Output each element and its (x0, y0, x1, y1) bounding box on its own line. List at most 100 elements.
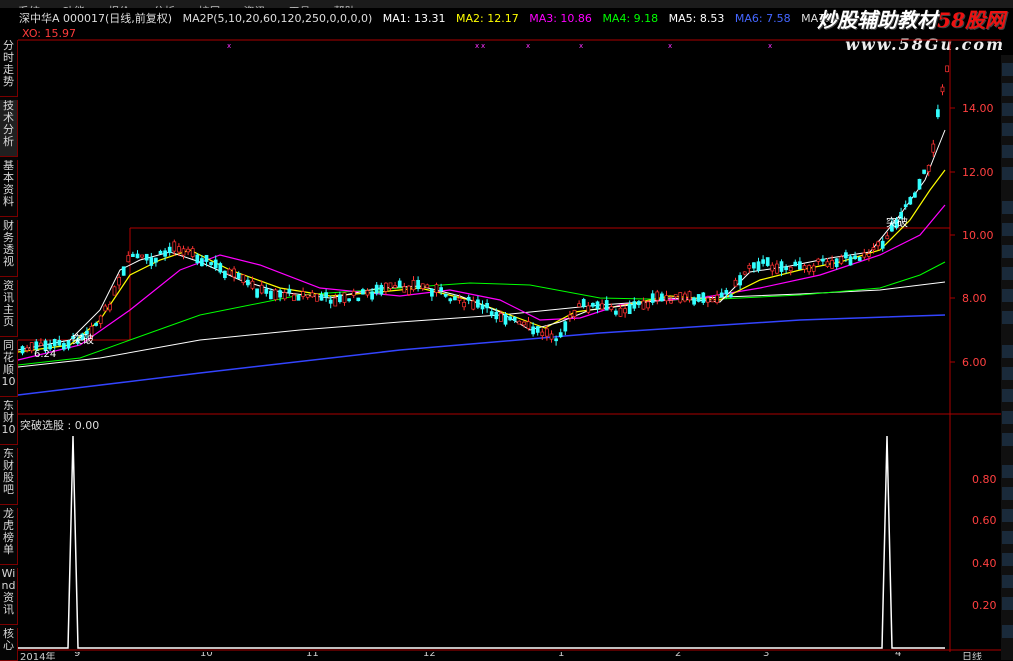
period-label[interactable]: 日线 (962, 652, 982, 660)
candle-body (641, 300, 646, 310)
toolbar-button[interactable] (1002, 223, 1013, 236)
candle-body (756, 261, 761, 271)
toolbar-button[interactable] (1002, 597, 1013, 610)
candle-body (117, 276, 121, 286)
toolbar-button[interactable] (1002, 509, 1013, 522)
toolbar-button[interactable] (1002, 625, 1013, 638)
toolbar-button[interactable] (1002, 103, 1013, 116)
toolbar-button[interactable] (1002, 289, 1013, 302)
candle-body (540, 331, 545, 336)
candle-body (144, 253, 149, 261)
candle-body (535, 326, 540, 333)
toolbar-button[interactable] (1002, 145, 1013, 158)
candle-body (710, 298, 715, 303)
candle-body (940, 86, 945, 93)
candle-body (650, 293, 655, 303)
candle-body (443, 293, 448, 297)
candle-body (52, 339, 57, 347)
candle-body (94, 322, 98, 326)
toolbar-button[interactable] (1002, 575, 1013, 588)
candle-body (62, 343, 66, 350)
sub-indicator-title: 突破选股 : 0.00 (20, 419, 100, 432)
toolbar-button[interactable] (1002, 167, 1013, 180)
candle-body (807, 265, 811, 273)
candle-body (227, 268, 232, 275)
candle-body (374, 284, 379, 294)
candle-body (834, 258, 839, 268)
candle-body (646, 301, 650, 309)
date-tick: 1 (558, 652, 565, 659)
toolbar-button[interactable] (1002, 367, 1013, 380)
candle-body (568, 314, 572, 319)
candle-body (223, 270, 227, 279)
toolbar-button[interactable] (1002, 531, 1013, 544)
price-tick: 6.00 (962, 356, 987, 369)
candle-body (190, 248, 195, 257)
candle-body (821, 258, 825, 262)
toolbar-button[interactable] (1002, 201, 1013, 214)
candle-body (186, 248, 190, 253)
candle-body (255, 288, 259, 298)
toolbar-button[interactable] (1002, 389, 1013, 402)
candle-body (282, 292, 287, 300)
candle-body (779, 261, 784, 272)
candle-body (347, 298, 351, 302)
date-tick: 12 (423, 652, 436, 659)
toolbar-button[interactable] (1002, 63, 1013, 76)
candle-body (195, 254, 200, 264)
candle-body (917, 178, 922, 190)
candle-body (131, 253, 135, 258)
candle-body (765, 257, 770, 266)
candle-body (388, 282, 393, 289)
toolbar-button[interactable] (1002, 123, 1013, 136)
toolbar-button[interactable] (1002, 345, 1013, 358)
candle-body (581, 299, 586, 307)
candle-body (98, 315, 103, 324)
candle-body (476, 299, 480, 308)
candle-body (108, 303, 112, 311)
toolbar-button[interactable] (1002, 433, 1013, 446)
price-tick: 10.00 (962, 229, 994, 242)
date-axis: 2014年 9 10 11 12 1 2 3 4 日线 (18, 652, 1001, 660)
toolbar-button[interactable] (1002, 311, 1013, 324)
candle-body (397, 280, 402, 288)
toolbar-button[interactable] (1002, 487, 1013, 500)
toolbar-button[interactable] (1002, 553, 1013, 566)
candle-body (839, 256, 844, 264)
candle-body (209, 262, 213, 266)
candle-body (577, 303, 581, 308)
breakout-signal-line (18, 435, 945, 649)
date-tick: 2014年 (20, 652, 56, 660)
candle-body (729, 294, 733, 298)
candle-body (439, 287, 443, 291)
candle-body (328, 299, 333, 304)
candle-body (696, 294, 701, 302)
candle-body (825, 261, 830, 267)
candle-body (25, 347, 29, 351)
candle-body (489, 311, 494, 316)
candle-body (296, 295, 301, 301)
candle-body (278, 290, 282, 298)
date-tick: 10 (200, 652, 213, 659)
candle-body (135, 253, 140, 259)
candle-body (761, 259, 765, 264)
candle-body (664, 295, 669, 302)
breakout-label-2: 突破 (886, 215, 908, 229)
sub-axis: 0.80 0.60 0.40 0.20 (972, 473, 997, 612)
toolbar-button[interactable] (1002, 267, 1013, 280)
candle-body (236, 272, 241, 279)
sub-tick: 0.40 (972, 557, 997, 570)
candle-body (609, 306, 614, 310)
toolbar-button[interactable] (1002, 411, 1013, 424)
toolbar-button[interactable] (1002, 83, 1013, 96)
toolbar-button[interactable] (1002, 245, 1013, 258)
candle-body (922, 169, 926, 174)
candle-body (232, 268, 236, 278)
candle-body (747, 265, 752, 269)
candle-body (563, 321, 568, 332)
signal-markers: x x x x x x x (227, 42, 772, 50)
candle-body (269, 290, 273, 300)
candle-body (880, 240, 885, 249)
toolbar-button[interactable] (1002, 465, 1013, 478)
kline-chart[interactable]: x x x x x x x 突破 突破 6.24 14.00 12.00 10.… (0, 0, 1013, 660)
